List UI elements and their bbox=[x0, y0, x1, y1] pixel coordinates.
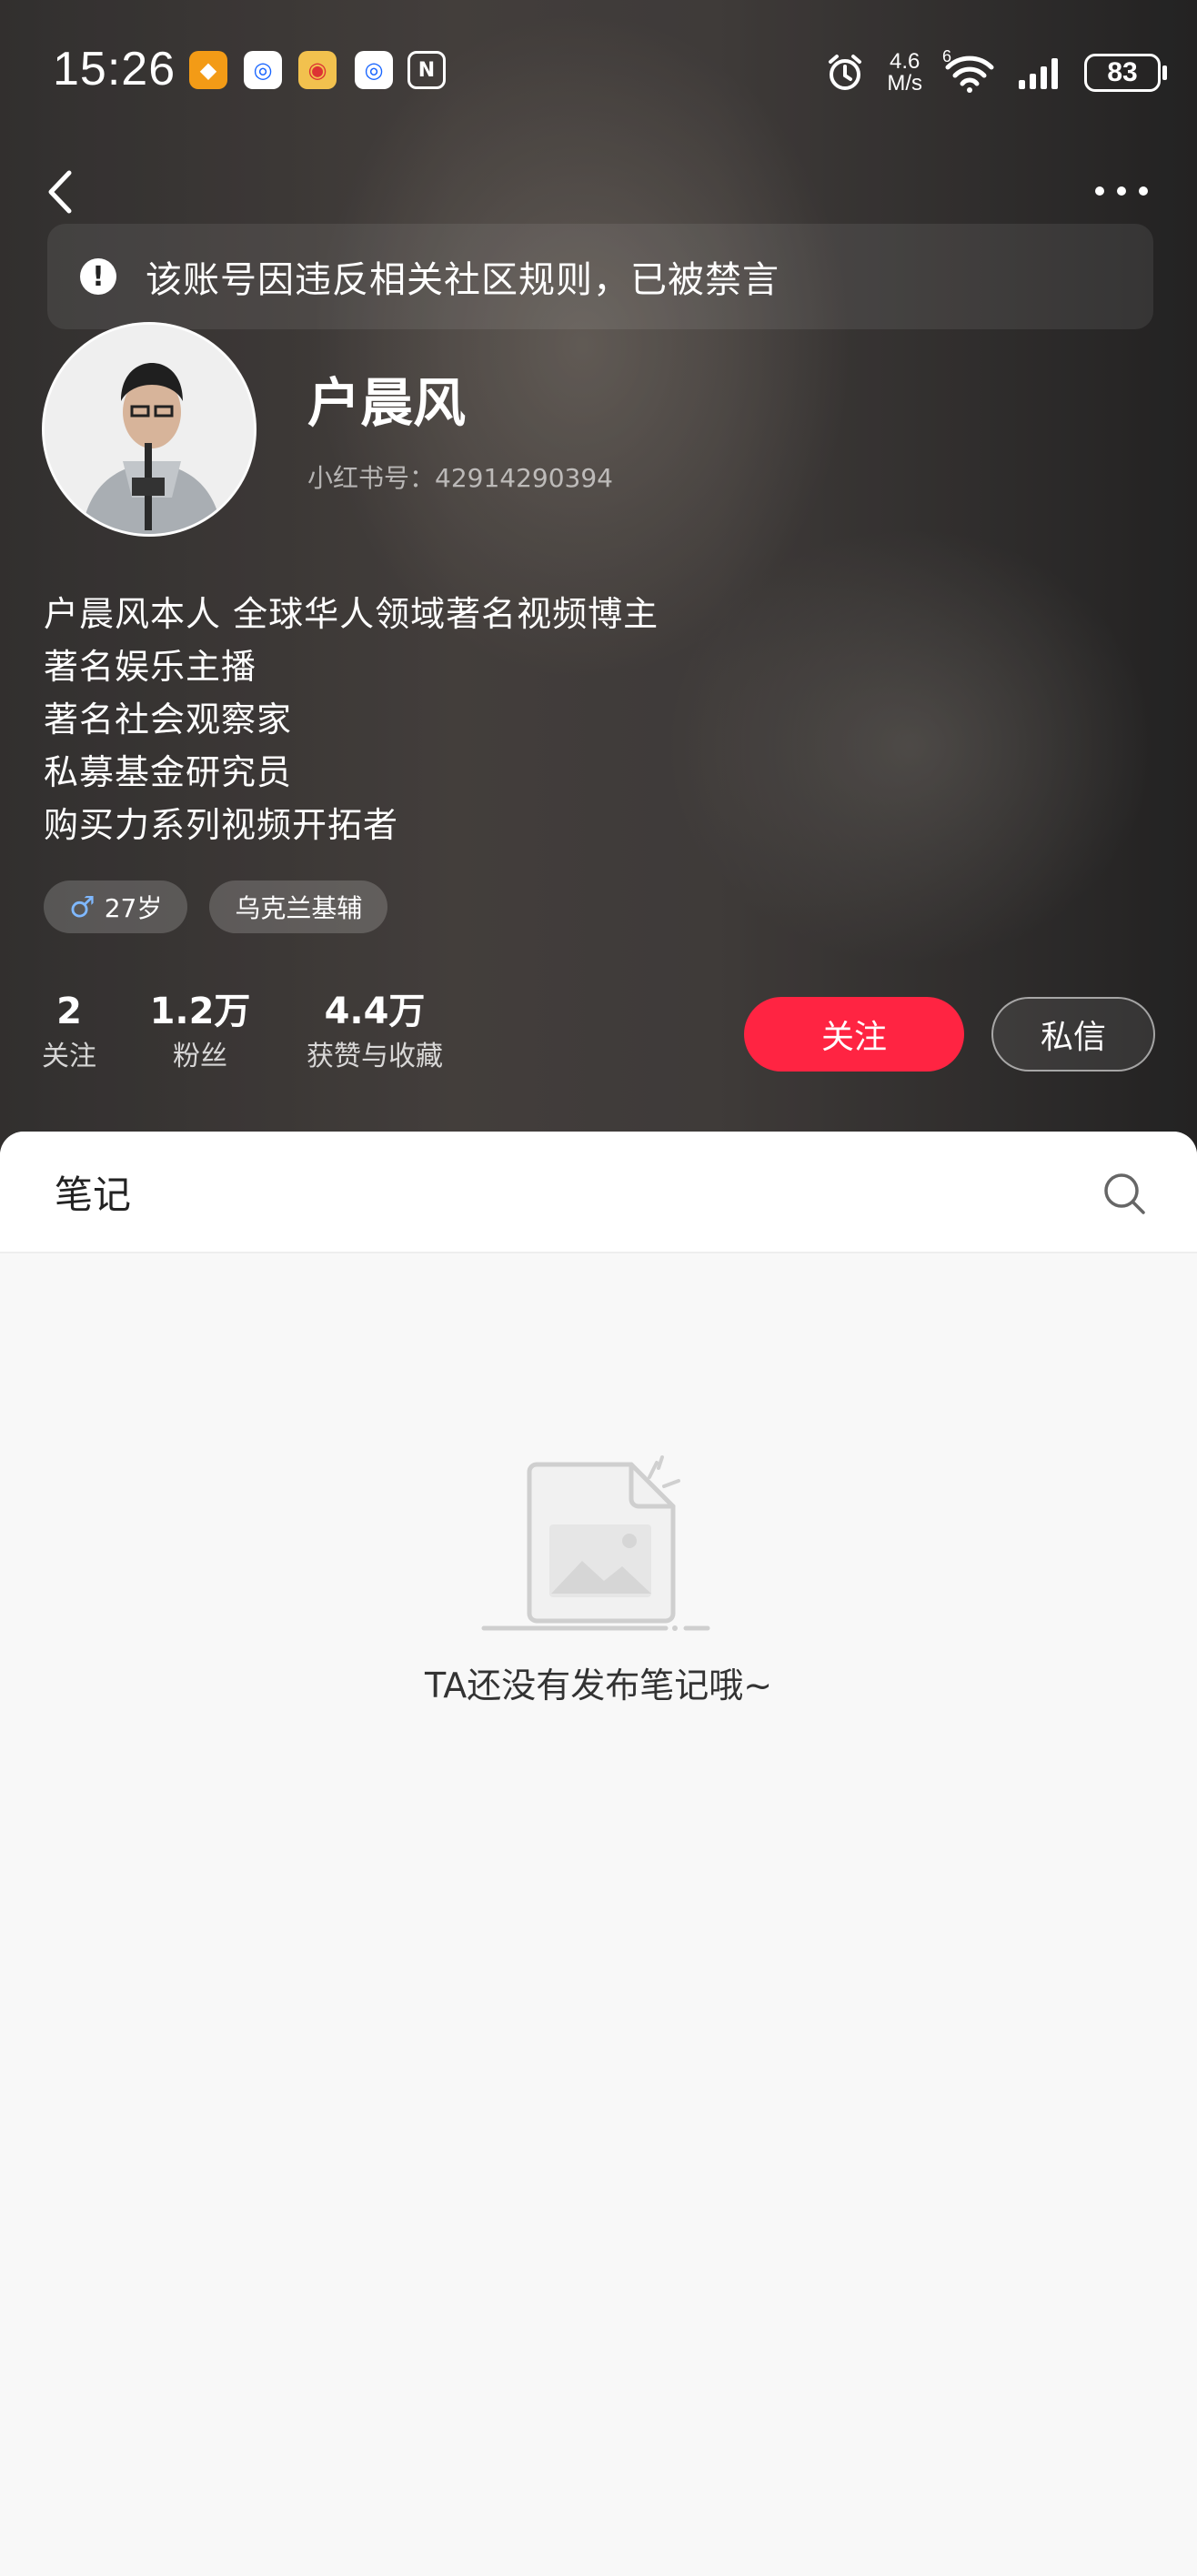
alarm-icon bbox=[829, 55, 862, 90]
likes-count: 4.4万 bbox=[324, 991, 426, 1032]
fans-label: 粉丝 bbox=[172, 1041, 227, 1072]
more-dot-icon bbox=[1095, 186, 1104, 196]
age-tag: ♂ 27岁 bbox=[44, 880, 188, 933]
search-icon bbox=[1104, 1173, 1145, 1214]
weibo-icon: ◉ bbox=[298, 51, 337, 89]
profile-bio: 户晨风本人 全球华人领域著名视频博主 著名娱乐主播 著名社会观察家 私募基金研究… bbox=[44, 588, 659, 851]
network-speed: 4.6 M/s bbox=[887, 51, 922, 95]
app-notification-icon: ◎ bbox=[355, 51, 393, 89]
tab-notes[interactable]: 笔记 bbox=[55, 1164, 131, 1220]
notes-panel: 笔记 TA还没有发布笔记哦~ bbox=[0, 1132, 1197, 2576]
app-notification-icon: ◎ bbox=[244, 51, 282, 89]
message-button[interactable]: 私信 bbox=[991, 997, 1155, 1072]
likes-label: 获赞与收藏 bbox=[307, 1041, 443, 1072]
likes-stat[interactable]: 4.4万 获赞与收藏 bbox=[307, 986, 443, 1077]
following-count: 2 bbox=[56, 991, 82, 1032]
top-navigation bbox=[0, 155, 1197, 227]
bio-line: 购买力系列视频开拓者 bbox=[44, 805, 399, 845]
male-icon: ♂ bbox=[69, 890, 96, 924]
taobao-icon: ◆ bbox=[189, 51, 227, 89]
back-button[interactable] bbox=[42, 160, 78, 224]
empty-notes-text: TA还没有发布笔记哦~ bbox=[424, 1665, 773, 1706]
notes-tab-bar: 笔记 bbox=[0, 1132, 1197, 1253]
following-stat[interactable]: 2 关注 bbox=[42, 986, 96, 1077]
red-id[interactable]: 小红书号：42914290394 bbox=[307, 458, 613, 495]
more-dot-icon bbox=[1139, 186, 1148, 196]
status-time: 15:26 bbox=[53, 43, 176, 96]
bio-line: 著名社会观察家 bbox=[44, 699, 293, 740]
speed-unit: M/s bbox=[887, 71, 922, 96]
fans-stat[interactable]: 1.2万 粉丝 bbox=[150, 986, 251, 1077]
bio-line: 著名娱乐主播 bbox=[44, 647, 257, 687]
chevron-left-icon bbox=[48, 170, 72, 214]
signal-icon bbox=[1019, 58, 1058, 89]
fans-count: 1.2万 bbox=[149, 991, 251, 1032]
exclamation-icon: ! bbox=[80, 258, 116, 295]
avatar-photo bbox=[45, 325, 254, 534]
battery-indicator: 83 bbox=[1084, 54, 1167, 92]
ban-notice-text: 该账号因违反相关社区规则，已被禁言 bbox=[146, 259, 780, 301]
network-type: 6 bbox=[942, 47, 952, 65]
following-label: 关注 bbox=[42, 1041, 96, 1072]
follow-button[interactable]: 关注 bbox=[744, 997, 964, 1072]
bio-line: 户晨风本人 全球华人领域著名视频博主 bbox=[44, 594, 659, 634]
wifi-icon: 6 bbox=[942, 47, 997, 95]
location-tag: 乌克兰基辅 bbox=[209, 880, 388, 933]
age-text: 27岁 bbox=[104, 893, 163, 923]
status-bar: 15:26 ◆ ◎ ◉ ◎ N 4.6 M/s 6 83 bbox=[0, 36, 1197, 109]
profile-tags: ♂ 27岁 乌克兰基辅 bbox=[44, 880, 388, 933]
avatar[interactable] bbox=[42, 322, 256, 537]
search-button[interactable] bbox=[1101, 1170, 1148, 1217]
more-options-button[interactable] bbox=[1090, 173, 1153, 209]
location-text: 乌克兰基辅 bbox=[235, 893, 363, 923]
ban-notice: ! 该账号因违反相关社区规则，已被禁言 bbox=[47, 224, 1153, 329]
more-dot-icon bbox=[1117, 186, 1126, 196]
nfc-icon: N bbox=[407, 51, 446, 89]
bio-line: 私募基金研究员 bbox=[44, 752, 293, 792]
speed-value: 4.6 bbox=[889, 49, 920, 74]
empty-notes-illustration bbox=[481, 1455, 710, 1631]
profile-name: 户晨风 bbox=[307, 372, 467, 434]
